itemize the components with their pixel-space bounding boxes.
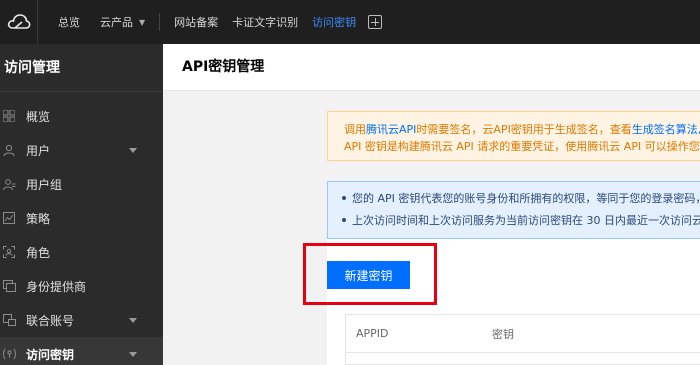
caret-down-icon: ▼ [139,17,146,27]
info-text: 您的 API 密钥代表您的账号身份和所拥有的权限，等同于您的登录密码， [352,192,700,205]
sidebar-item-label: 用户组 [26,177,63,192]
chevron-down-icon [129,318,137,323]
page-title: API密钥管理 [163,44,700,91]
keys-table: APPID 密钥 [345,314,700,365]
main-content: API密钥管理 调用腾讯云API时需要签名，云API密钥用于生成签名，查看生成签… [163,44,700,365]
nav-website-filing-label: 网站备案 [174,16,219,29]
warning-line-2: API 密钥是构建腾讯云 API 请求的重要凭证，使用腾讯云 API 可以操作您 [344,140,700,153]
key-panel: 您的 API 密钥代表您的账号身份和所拥有的权限，等同于您的登录密码， 上次访问… [303,181,700,365]
nav-cloud-products-label: 云产品 [100,16,133,29]
bullet-icon [342,196,346,200]
sidebar-item-users[interactable]: 用户 [0,133,163,167]
info-line-1: 您的 API 密钥代表您的账号身份和所拥有的权限，等同于您的登录密码， [342,188,700,210]
federated-account-icon [2,313,16,327]
warning-notice: 调用腾讯云API时需要签名，云API密钥用于生成签名，查看生成签名算法, API… [327,111,700,161]
grid-icon [2,109,16,123]
chevron-down-icon [129,352,137,357]
key-icon [2,347,16,361]
top-navigation-bar: 总览 云产品 ▼ 网站备案 卡证文字识别 访问密钥 [0,0,700,44]
sidebar-item-label: 访问密钥 [26,347,75,362]
sidebar-item-identity-providers[interactable]: 身份提供商 [0,269,163,303]
sidebar-item-roles[interactable]: 角色 [0,235,163,269]
identity-provider-icon [2,279,16,293]
nav-card-ocr-label: 卡证文字识别 [232,16,299,29]
cloud-logo-icon [7,14,30,29]
nav-access-keys-label: 访问密钥 [312,16,357,29]
sidebar-item-label: 策略 [26,211,51,226]
create-key-button[interactable]: 新建密钥 [327,261,410,289]
nav-access-keys[interactable]: 访问密钥 [312,14,356,30]
chevron-down-icon [129,148,137,153]
user-group-icon [2,177,16,191]
info-line-2: 上次访问时间和上次访问服务为当前访问密钥在 30 日内最近一次访问云 [342,210,700,232]
column-header-appid: APPID [356,327,389,340]
nav-card-ocr[interactable]: 卡证文字识别 [232,14,298,30]
nav-website-filing[interactable]: 网站备案 [174,14,218,30]
sidebar-item-policies[interactable]: 策略 [0,201,163,235]
tencent-cloud-api-link[interactable]: 腾讯云API [366,123,416,136]
warning-text: 时需要签名，云API密钥用于生成签名，查看 [416,123,632,136]
bullet-icon [342,218,346,222]
nav-overview[interactable]: 总览 [58,14,80,30]
add-shortcut-icon[interactable] [368,15,383,29]
signature-algorithm-link[interactable]: 生成签名算法, [632,123,700,136]
sidebar-item-label: 用户 [26,143,51,158]
sidebar-item-label: 概览 [26,109,51,124]
sidebar-title: 访问管理 [0,44,163,92]
info-text: 上次访问时间和上次访问服务为当前访问密钥在 30 日内最近一次访问云 [352,214,700,227]
tencent-cloud-logo[interactable] [0,0,38,44]
table-header: APPID 密钥 [346,315,700,353]
sidebar-item-access-keys[interactable]: 访问密钥 [0,337,163,365]
warning-line-1: 调用腾讯云API时需要签名，云API密钥用于生成签名，查看生成签名算法, [344,121,700,138]
role-icon [2,245,16,259]
content-area: 调用腾讯云API时需要签名，云API密钥用于生成签名，查看生成签名算法, API… [163,91,700,365]
sidebar-item-label: 联合账号 [26,313,75,328]
user-icon [2,143,16,157]
nav-overview-label: 总览 [58,16,80,29]
sidebar: 访问管理 概览 用户 用户组 策略 角色 身份提供商 联合账号 访问密钥 [0,44,163,365]
nav-divider [159,13,161,31]
info-notice: 您的 API 密钥代表您的账号身份和所拥有的权限，等同于您的登录密码， 上次访问… [327,181,700,239]
sidebar-item-federated-accounts[interactable]: 联合账号 [0,303,163,337]
column-header-key: 密钥 [492,327,514,341]
sidebar-item-label: 角色 [26,245,51,260]
policy-icon [2,211,16,225]
sidebar-item-overview[interactable]: 概览 [0,99,163,133]
nav-cloud-products[interactable]: 云产品 ▼ [100,14,145,30]
sidebar-item-label: 身份提供商 [26,279,87,294]
sidebar-item-user-groups[interactable]: 用户组 [0,167,163,201]
warning-text: 调用 [344,123,366,136]
